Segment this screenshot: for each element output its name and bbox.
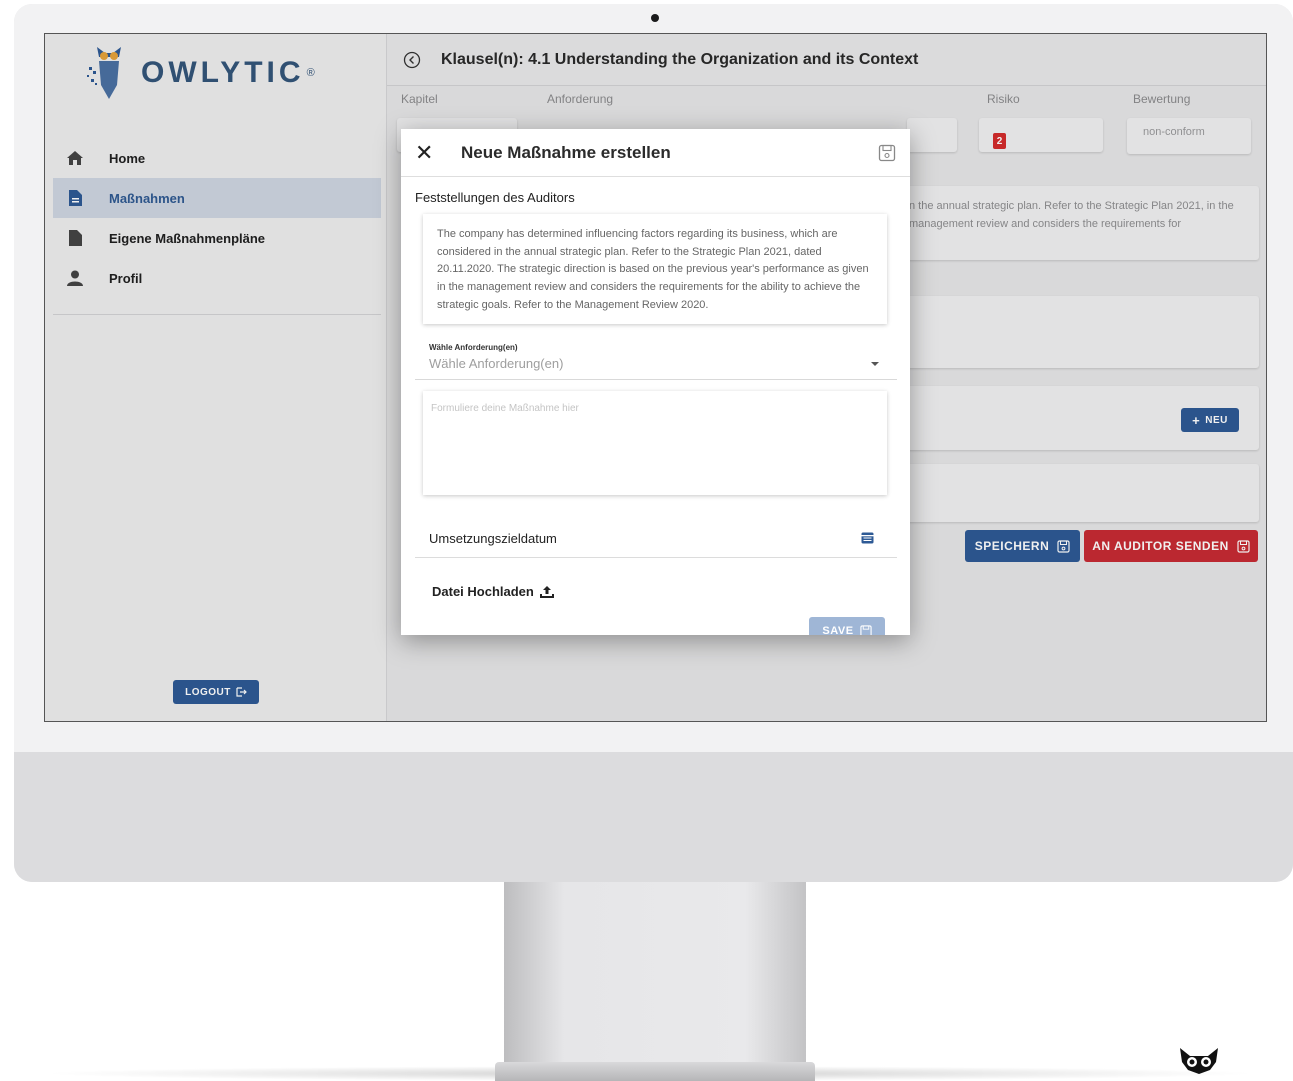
dialog-save-label: SAVE bbox=[822, 625, 854, 635]
select-underline bbox=[415, 379, 897, 380]
file-upload-button[interactable]: Datei Hochladen bbox=[432, 584, 555, 599]
target-date-field[interactable]: Umsetzungszieldatum bbox=[429, 531, 557, 546]
findings-title: Feststellungen des Auditors bbox=[415, 190, 575, 205]
monitor-bezel: OWLYTIC ® Home Maßnahmen Eigene Maßnahme… bbox=[14, 4, 1293, 752]
app-screen: OWLYTIC ® Home Maßnahmen Eigene Maßnahme… bbox=[44, 33, 1267, 722]
camera-dot bbox=[651, 14, 659, 22]
caret-down-icon[interactable] bbox=[871, 362, 879, 366]
new-measure-dialog: ✕ Neue Maßnahme erstellen Feststellungen… bbox=[401, 129, 910, 635]
save-icon[interactable] bbox=[878, 144, 896, 162]
upload-label: Datei Hochladen bbox=[432, 584, 534, 599]
requirement-select[interactable]: Wähle Anforderung(en) bbox=[429, 356, 563, 371]
monitor-chin bbox=[14, 752, 1293, 882]
monitor-frame: OWLYTIC ® Home Maßnahmen Eigene Maßnahme… bbox=[14, 4, 1293, 882]
calendar-icon[interactable] bbox=[861, 531, 874, 544]
findings-text: The company has determined influencing f… bbox=[423, 214, 887, 324]
dialog-header: ✕ Neue Maßnahme erstellen bbox=[401, 129, 910, 177]
dialog-title: Neue Maßnahme erstellen bbox=[461, 142, 671, 162]
date-underline bbox=[415, 557, 897, 558]
upload-icon bbox=[539, 585, 554, 598]
measure-textarea[interactable]: Formuliere deine Maßnahme hier bbox=[423, 391, 887, 495]
dialog-save-button[interactable]: SAVE bbox=[809, 617, 885, 635]
monitor-foot bbox=[495, 1062, 815, 1081]
close-icon[interactable]: ✕ bbox=[415, 140, 435, 166]
monitor-stand bbox=[504, 882, 806, 1072]
owl-corner-logo-icon bbox=[1180, 1048, 1218, 1074]
requirement-select-label: Wähle Anforderung(en) bbox=[429, 343, 518, 352]
save-icon bbox=[859, 625, 872, 635]
